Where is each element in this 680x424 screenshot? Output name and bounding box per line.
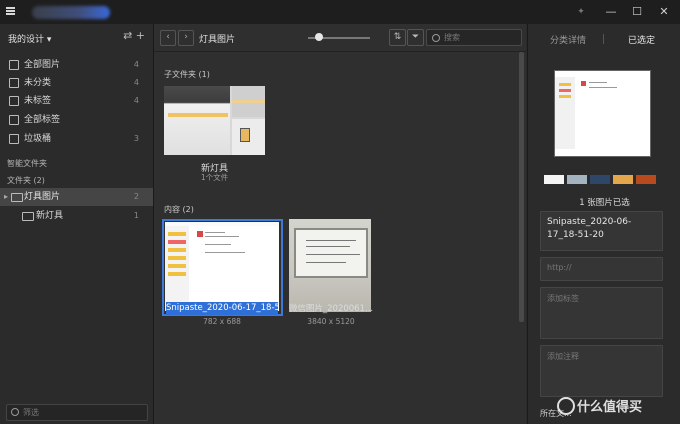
content-scrollbar[interactable] (519, 52, 524, 322)
palette-swatch-4[interactable] (613, 175, 633, 184)
subfolder-thumbnail[interactable] (164, 86, 265, 155)
unsorted-icon (9, 78, 19, 88)
sidebar-item-trash[interactable]: 垃圾桶 3 (0, 130, 153, 148)
untagged-icon (9, 96, 19, 106)
watermark-logo-icon (557, 397, 575, 415)
main-content: ‹ › 灯具图片 ⇅ ⏷ 搜索 子文件夹 (1) 新灯具 1个文件 内容 (2) (154, 24, 526, 424)
sidebar-actions[interactable]: ⇄ + (123, 29, 145, 42)
title-bar: ✦ — ☐ ✕ (0, 0, 680, 24)
sidebar: 我的设计 ▾ ⇄ + 全部图片 4 未分类 4 未标签 4 全部标签 垃圾桶 3… (0, 24, 154, 424)
palette-swatch-3[interactable] (590, 175, 610, 184)
items-heading: 内容 (2) (164, 205, 194, 214)
blurred-account (32, 6, 110, 19)
lamp-photo-3 (232, 119, 265, 155)
lamp-photo-1 (164, 86, 230, 155)
notes-field[interactable]: 添加注释 (540, 345, 663, 397)
search-icon (11, 408, 19, 416)
sidebar-folder-lamp-images[interactable]: ▸ 灯具图片 2 (0, 188, 153, 206)
sidebar-folder-new-lamps[interactable]: 新灯具 1 (0, 207, 153, 225)
hamburger-menu-icon[interactable] (6, 7, 15, 15)
breadcrumb: 灯具图片 (199, 35, 236, 45)
sidebar-item-all-images[interactable]: 全部图片 4 (0, 56, 153, 74)
palette-swatch-5[interactable] (636, 175, 656, 184)
sidebar-item-all-tags[interactable]: 全部标签 (0, 111, 153, 129)
sidebar-item-untagged[interactable]: 未标签 4 (0, 92, 153, 110)
pin-icon[interactable]: ✦ (572, 4, 590, 20)
whiteboard-photo-thumbnail[interactable] (289, 219, 371, 312)
tab-divider (603, 34, 604, 44)
trash-icon (9, 134, 19, 144)
selected-item-dims: 782 x 688 (203, 317, 241, 326)
back-button[interactable]: ‹ (160, 30, 176, 46)
item-dims: 3840 x 5120 (307, 317, 355, 326)
folder-icon (22, 212, 34, 221)
subfolders-heading: 子文件夹 (1) (164, 70, 210, 79)
sidebar-item-unsorted[interactable]: 未分类 4 (0, 74, 153, 92)
watermark-text: 什么值得买 (577, 400, 643, 415)
inspector-panel: 分类详情 已选定 1 张图片已选 Snipaste_2020-06-17_18-… (527, 24, 680, 424)
zoom-slider-handle[interactable] (315, 33, 323, 41)
palette-swatch-2[interactable] (567, 175, 587, 184)
url-field[interactable]: http:// (540, 257, 663, 281)
forward-button[interactable]: › (178, 30, 194, 46)
search-icon (432, 34, 440, 42)
sidebar-filter-input[interactable]: 筛选 (6, 404, 148, 421)
search-input[interactable]: 搜索 (426, 29, 522, 46)
screenshot-thumbnail (165, 222, 279, 311)
selected-item-name[interactable]: Snipaste_2020-06-17_18-5... (166, 302, 278, 315)
tab-category-details[interactable]: 分类详情 (550, 33, 586, 46)
folder-open-icon (11, 193, 23, 202)
maximize-button[interactable]: ☐ (628, 4, 646, 20)
images-icon (9, 60, 19, 70)
folders-heading[interactable]: 文件夹 (2) (7, 175, 45, 186)
toolbar: ‹ › 灯具图片 ⇅ ⏷ 搜索 (154, 24, 526, 52)
filename-field[interactable]: Snipaste_2020-06-17_18-51-20 (540, 211, 663, 251)
library-selector[interactable]: 我的设计 ▾ (8, 32, 51, 45)
tags-field[interactable]: 添加标签 (540, 287, 663, 339)
tags-icon (9, 115, 19, 125)
tab-selected[interactable]: 已选定 (628, 33, 655, 46)
expand-arrow-icon[interactable]: ▸ (4, 188, 8, 206)
sort-button[interactable]: ⇅ (389, 29, 406, 46)
palette-swatch-1[interactable] (544, 175, 564, 184)
lamp-photo-2 (232, 86, 265, 117)
close-button[interactable]: ✕ (655, 4, 673, 20)
subfolder-meta: 1个文件 (200, 173, 229, 182)
item-name[interactable]: 微信图片_2020061... (286, 302, 376, 314)
selected-preview (554, 70, 651, 157)
selection-count: 1 张图片已选 (579, 198, 630, 208)
filter-button[interactable]: ⏷ (407, 29, 424, 46)
minimize-button[interactable]: — (602, 4, 620, 20)
smart-folders-heading[interactable]: 智能文件夹 (7, 158, 47, 169)
